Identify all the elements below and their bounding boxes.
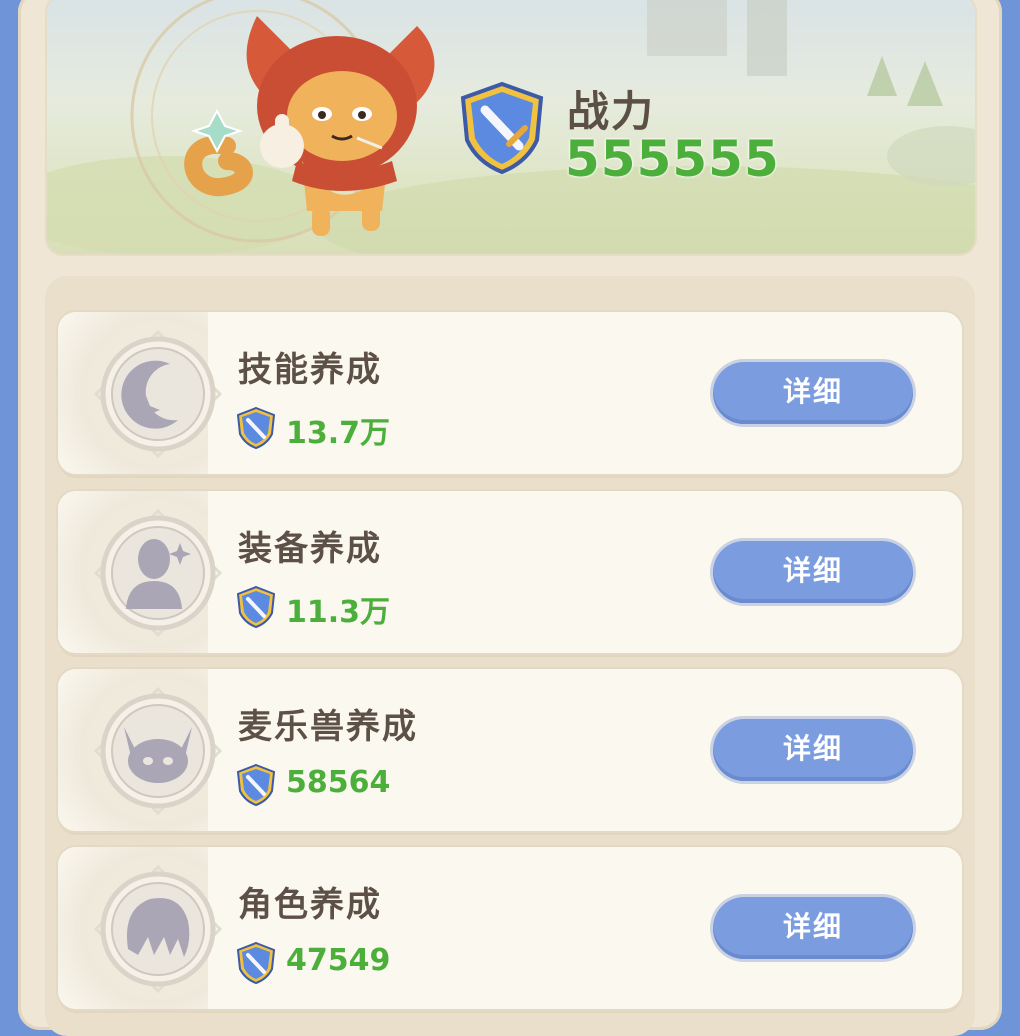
list-item-skill: 技能养成 13.7万 详细 bbox=[58, 312, 962, 474]
hair-head-icon bbox=[93, 864, 223, 994]
row-power-value: 11.3万 bbox=[286, 595, 391, 630]
row-title: 麦乐兽养成 bbox=[238, 707, 418, 747]
list-item-equipment: 装备养成 11.3万 详细 bbox=[58, 491, 962, 653]
list-item-character: 角色养成 47549 详细 bbox=[58, 847, 962, 1009]
cat-face-icon bbox=[93, 686, 223, 816]
row-power-value: 47549 bbox=[286, 943, 391, 978]
detail-button[interactable]: 详细 bbox=[713, 541, 913, 603]
power-shield-icon bbox=[236, 585, 276, 629]
row-title: 角色养成 bbox=[238, 885, 382, 925]
person-sparkle-icon bbox=[93, 508, 223, 638]
moon-star-icon bbox=[93, 329, 223, 459]
row-power-value: 13.7万 bbox=[286, 416, 391, 451]
power-shield-icon bbox=[236, 763, 276, 807]
detail-button[interactable]: 详细 bbox=[713, 719, 913, 781]
row-title: 装备养成 bbox=[238, 529, 382, 569]
power-shield-icon bbox=[236, 406, 276, 450]
row-title: 技能养成 bbox=[238, 350, 382, 390]
power-shield-icon bbox=[460, 81, 544, 175]
fox-cat-mascot bbox=[184, 16, 435, 236]
list-item-pet: 麦乐兽养成 58564 详细 bbox=[58, 669, 962, 831]
detail-button[interactable]: 详细 bbox=[713, 897, 913, 959]
detail-button[interactable]: 详细 bbox=[713, 362, 913, 424]
power-shield-icon bbox=[236, 941, 276, 985]
power-value: 555555 bbox=[565, 130, 780, 188]
row-power-value: 58564 bbox=[286, 765, 391, 800]
